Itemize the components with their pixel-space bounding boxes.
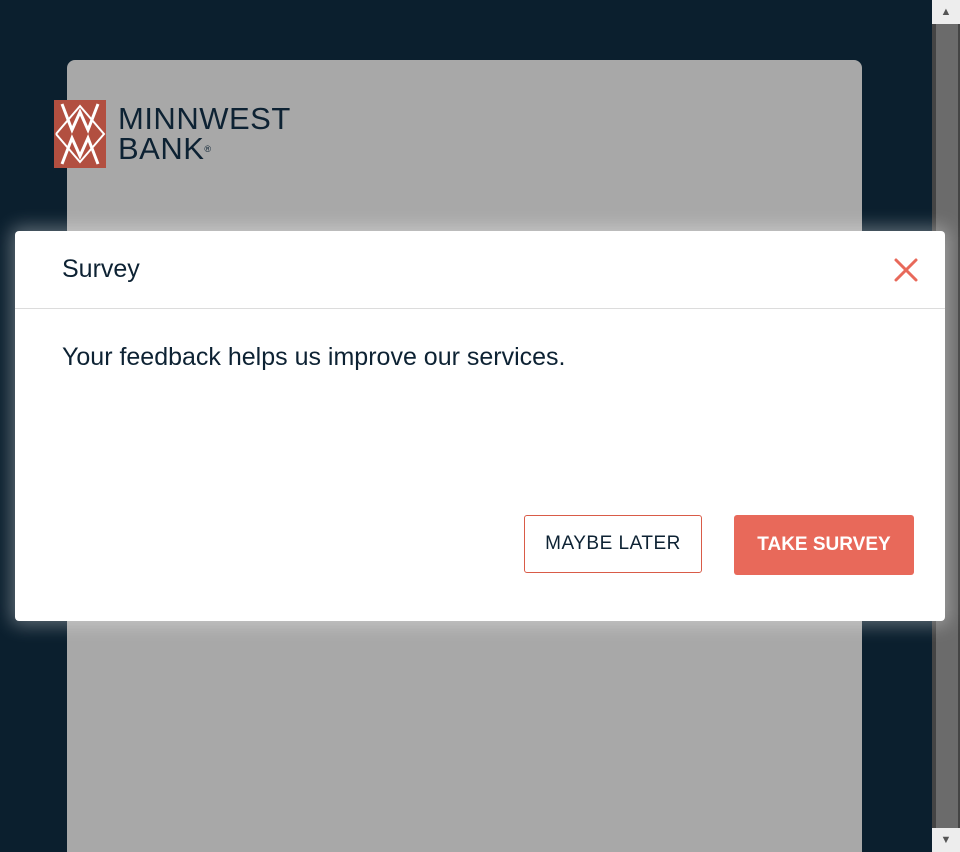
- close-icon[interactable]: [893, 257, 919, 283]
- maybe-later-button[interactable]: MAYBE LATER: [524, 515, 702, 573]
- minnwest-bank-logo: MINNWEST BANK®: [54, 100, 291, 168]
- logo-line-2: BANK®: [118, 131, 291, 166]
- logo-wordmark: MINNWEST BANK®: [118, 101, 291, 166]
- modal-message: Your feedback helps us improve our servi…: [62, 343, 566, 371]
- registered-mark: ®: [204, 144, 212, 154]
- logo-line-2-text: BANK: [118, 131, 205, 166]
- scroll-down-arrow-icon[interactable]: ▼: [932, 828, 960, 852]
- scroll-up-arrow-icon[interactable]: ▲: [932, 0, 960, 24]
- modal-header: Survey: [15, 231, 945, 309]
- logo-line-1: MINNWEST: [118, 101, 291, 136]
- modal-title: Survey: [62, 255, 140, 283]
- survey-modal: Survey Your feedback helps us improve ou…: [15, 231, 945, 621]
- take-survey-button[interactable]: TAKE SURVEY: [734, 515, 914, 575]
- logo-mark-icon: [54, 100, 106, 168]
- page: MINNWEST BANK® ▲ ▼ Survey Your feedback …: [0, 0, 960, 852]
